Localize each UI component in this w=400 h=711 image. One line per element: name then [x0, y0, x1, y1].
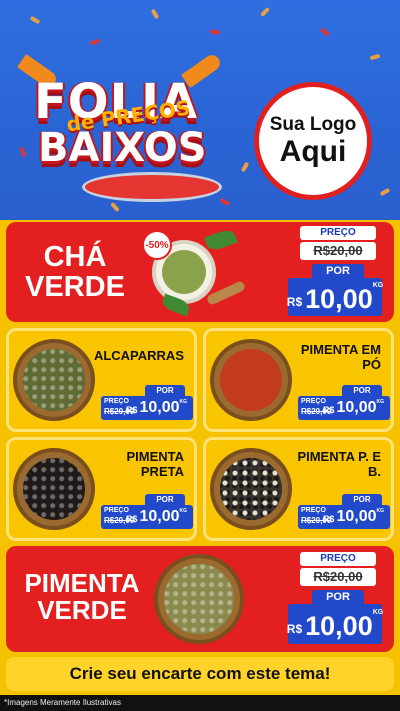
discount-badge: -50% [142, 230, 172, 260]
new-price: 10,00 [336, 508, 377, 525]
product-name: ALCAPARRAS [93, 348, 184, 363]
unit: KG [372, 609, 384, 616]
store-logo-placeholder[interactable]: Sua Logo Aqui [254, 82, 372, 200]
mixed-pepper-bowl-image [210, 448, 292, 530]
new-price: 10,00 [139, 508, 180, 525]
product-name-line1: PIMENTA [24, 568, 140, 598]
confetti-piece [150, 8, 160, 20]
new-price: 10,00 [305, 611, 373, 641]
currency: R$ [286, 622, 303, 636]
drum-icon [82, 172, 222, 202]
product-card-alcaparras[interactable]: ALCAPARRAS POR PREÇO R$20,00 R$ 10,00 KG [6, 328, 197, 432]
product-name: PIMENTA VERDE [12, 568, 152, 626]
price-label: PREÇO [300, 552, 376, 566]
chili-powder [220, 349, 282, 411]
unit: KG [376, 508, 385, 514]
price-label: PREÇO [104, 398, 129, 405]
old-price: R$20,00 [301, 407, 332, 416]
hero-banner: FOLIA de PREÇOS BAIXOS Sua Logo Aqui [0, 0, 400, 220]
capers [23, 349, 85, 411]
tea-powder [162, 250, 206, 294]
confetti-piece [240, 161, 250, 173]
logo-line2: Aqui [279, 134, 347, 168]
unit: KG [179, 508, 188, 514]
create-flyer-cta[interactable]: Crie seu encarte com este tema! [6, 657, 394, 691]
price-box: PREÇO R$20,00 R$ 10,00 KG [298, 396, 390, 420]
por-label: POR [312, 590, 364, 604]
campaign-logo: FOLIA de PREÇOS BAIXOS [17, 51, 232, 202]
capers-bowl-image [13, 339, 95, 421]
featured-product-card[interactable]: CHÁ VERDE -50% PREÇO R$20,00 POR R$ 10,0… [6, 222, 394, 322]
currency: R$ [286, 295, 303, 309]
black-pepper-bowl-image [13, 448, 95, 530]
old-price: R$20,00 [104, 516, 135, 525]
unit: KG [376, 399, 385, 405]
por-label: POR [342, 494, 382, 505]
por-label: POR [145, 385, 185, 396]
green-pepper [164, 564, 234, 634]
new-price: 10,00 [139, 399, 180, 416]
product-card-pimenta-p-e-b[interactable]: PIMENTA P. E B. POR PREÇO R$20,00 R$ 10,… [203, 437, 394, 541]
confetti-piece [209, 29, 221, 35]
product-name: CHÁ VERDE [20, 242, 130, 303]
price-label: PREÇO [300, 226, 376, 240]
price-box: PREÇO R$20,00 R$ 10,00 KG [298, 505, 390, 529]
price-box: PREÇO R$20,00 R$ 10,00 KG [101, 505, 193, 529]
new-price-box: R$ 10,00 KG [286, 278, 384, 316]
confetti-piece [89, 38, 101, 46]
mixed-pepper [220, 458, 282, 520]
new-price-box: R$ 10,00 KG [286, 604, 384, 644]
por-label: POR [312, 264, 364, 278]
product-name: PIMENTA P. E B. [297, 449, 381, 479]
confetti-piece [369, 53, 381, 61]
confetti-piece [379, 187, 391, 197]
product-name: PIMENTA EM PÓ [300, 342, 381, 372]
new-price: 10,00 [305, 284, 373, 314]
confetti-piece [29, 15, 41, 25]
new-price: 10,00 [336, 399, 377, 416]
logo-line1: Sua Logo [269, 113, 357, 135]
unit: KG [372, 282, 384, 289]
product-name: PIMENTA PRETA [126, 449, 184, 479]
featured-product-card-bottom[interactable]: PIMENTA VERDE PREÇO R$20,00 POR R$ 10,00… [6, 546, 394, 652]
product-name-line2: VERDE [37, 595, 127, 626]
old-price: R$20,00 [104, 407, 135, 416]
confetti-piece [260, 7, 270, 17]
product-name-line2: VERDE [25, 271, 125, 304]
por-label: POR [342, 385, 382, 396]
green-pepper-bowl-image [154, 554, 244, 644]
campaign-title-bottom: BAIXOS [38, 125, 207, 171]
leaf-icon [204, 227, 238, 253]
chili-powder-bowl-image [210, 339, 292, 421]
old-price: R$20,00 [301, 516, 332, 525]
price-label: PREÇO [104, 507, 129, 514]
product-card-pimenta-em-po[interactable]: PIMENTA EM PÓ POR PREÇO R$20,00 R$ 10,00… [203, 328, 394, 432]
product-name-line1: CHÁ [43, 241, 107, 273]
old-price: R$20,00 [300, 242, 376, 260]
old-price: R$20,00 [300, 568, 376, 586]
disclaimer-note: *Imagens Meramente Ilustrativas [0, 695, 400, 711]
price-label: PREÇO [301, 507, 326, 514]
por-label: POR [145, 494, 185, 505]
confetti-piece [110, 201, 120, 213]
unit: KG [179, 399, 188, 405]
black-pepper [23, 458, 85, 520]
price-box: PREÇO R$20,00 R$ 10,00 KG [101, 396, 193, 420]
product-card-pimenta-preta[interactable]: PIMENTA PRETA POR PREÇO R$20,00 R$ 10,00… [6, 437, 197, 541]
price-label: PREÇO [301, 398, 326, 405]
confetti-piece [319, 27, 331, 37]
